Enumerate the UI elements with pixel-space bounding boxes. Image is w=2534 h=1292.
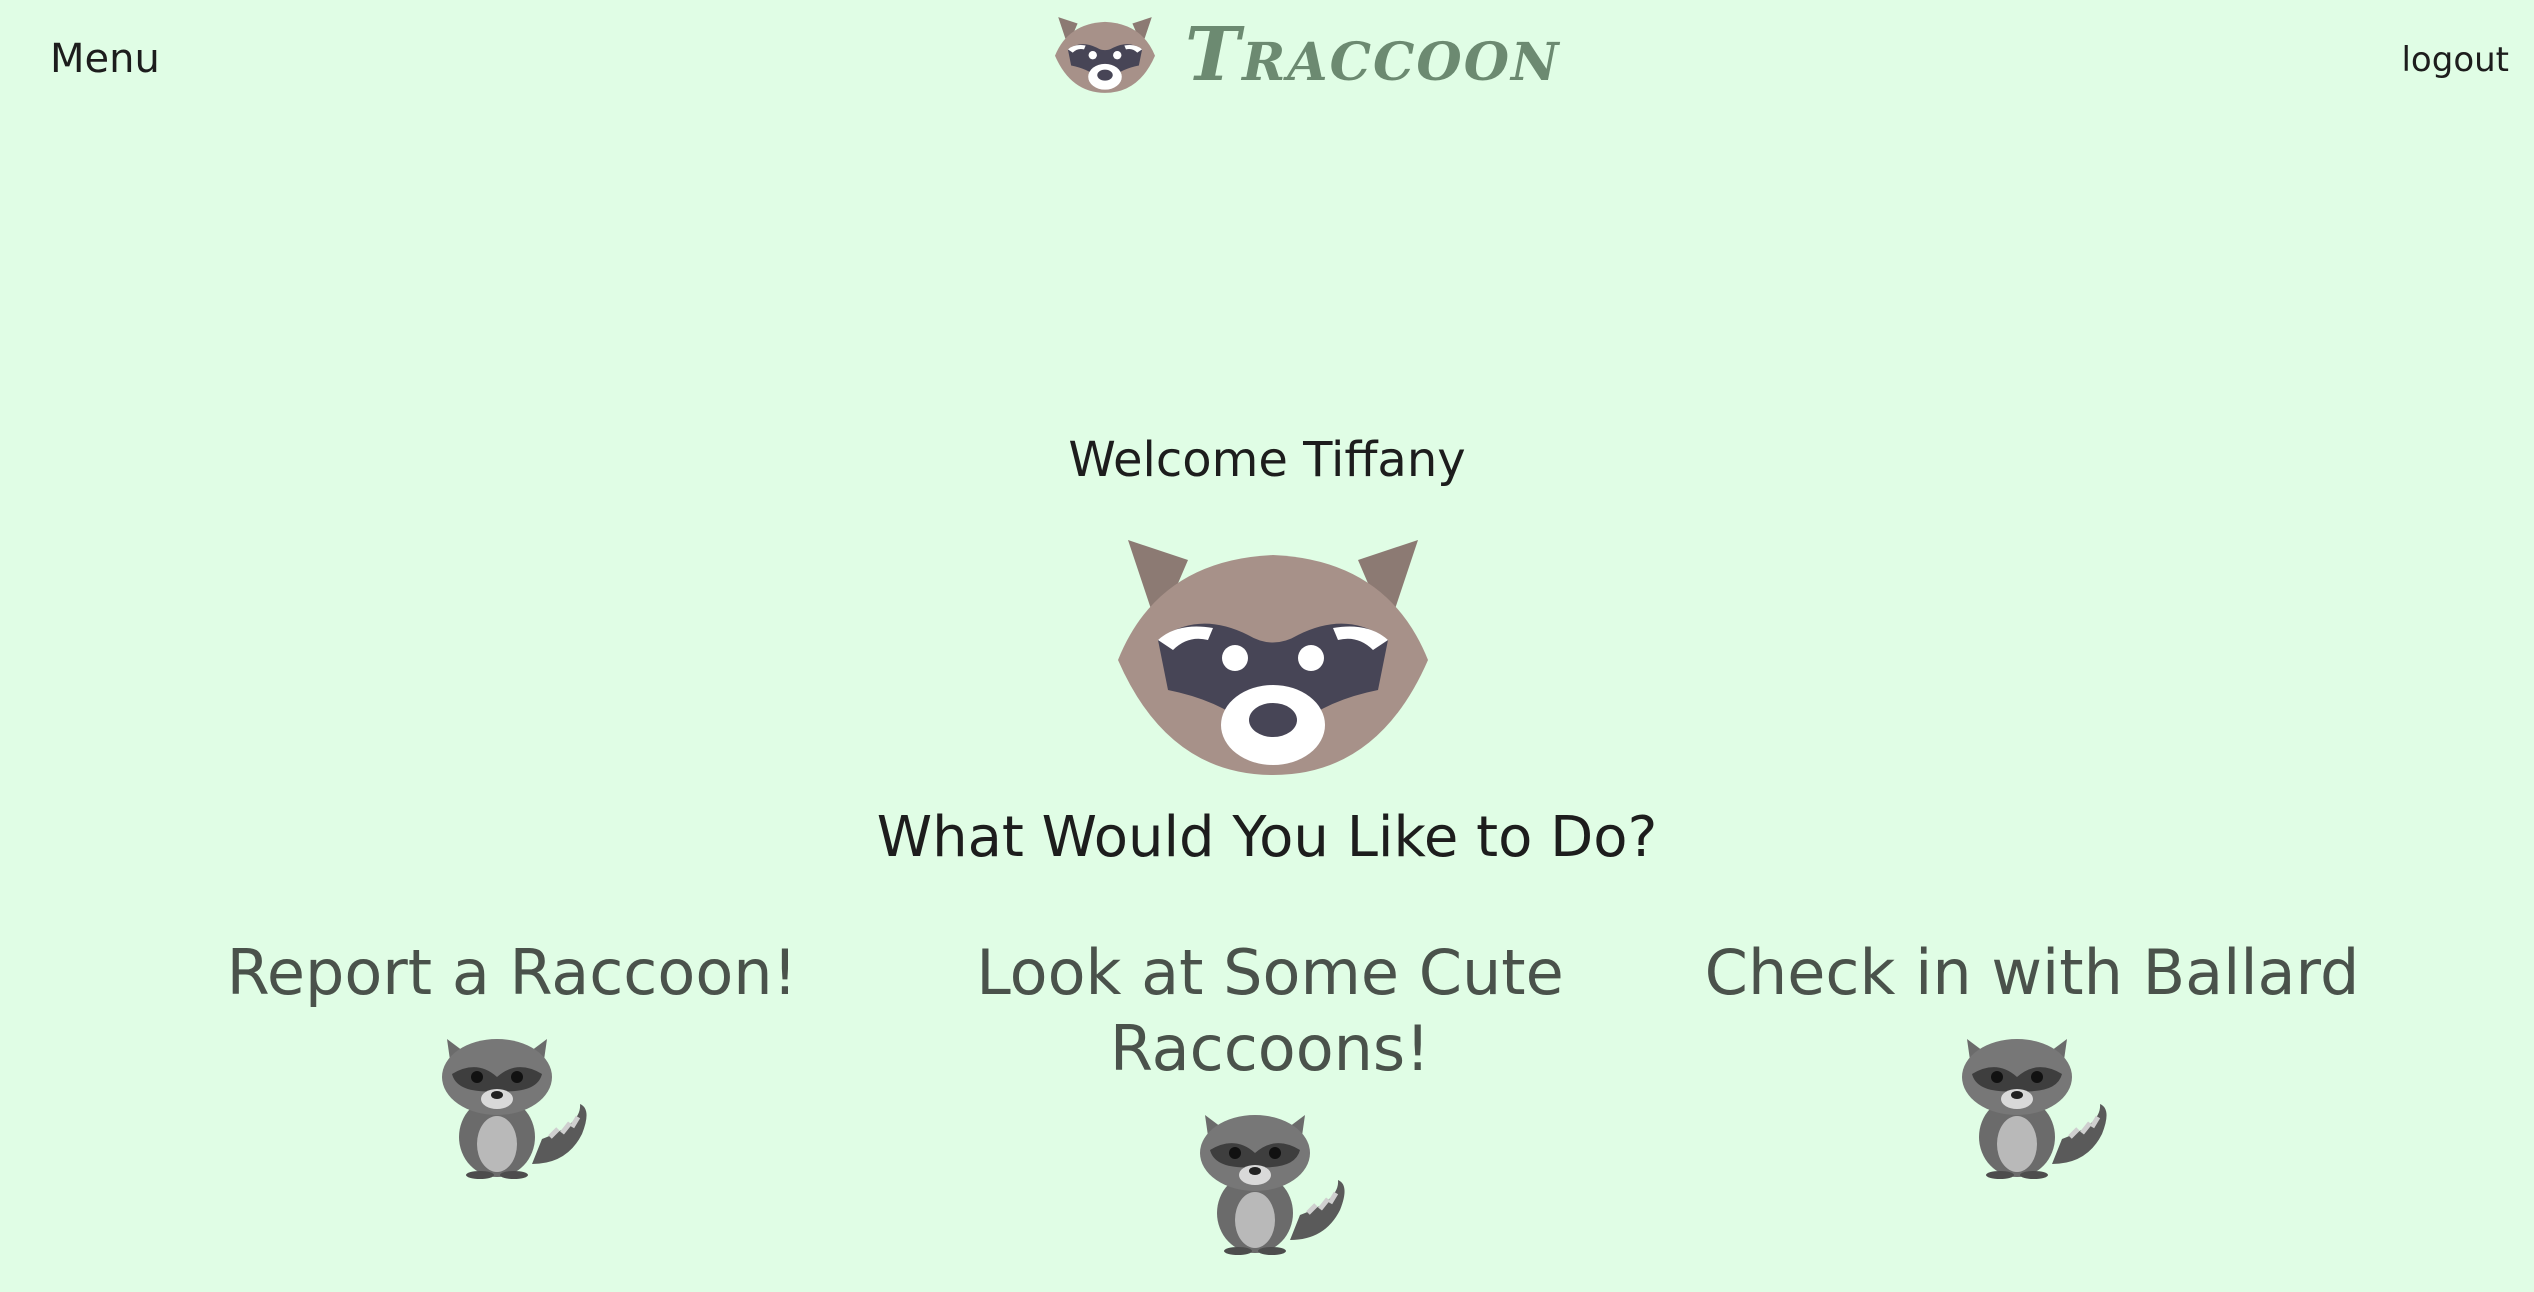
raccoon-head-icon [1118, 540, 1428, 775]
welcome-message: Welcome Tiffany [1068, 432, 1466, 488]
top-nav: Menu Traccoon logout [0, 0, 2534, 120]
option-label: Look at Some Cute Raccoons! [976, 936, 1564, 1085]
option-report-raccoon[interactable]: Report a Raccoon! [152, 935, 872, 1179]
brand-logo-link[interactable]: Traccoon [1055, 14, 1561, 96]
option-label: Report a Raccoon! [226, 936, 798, 1009]
raccoon-head-icon [1055, 17, 1155, 93]
menu-link[interactable]: Menu [50, 36, 160, 82]
raccoon-icon [1962, 1039, 2107, 1179]
brand-name: Traccoon [1185, 12, 1561, 98]
option-label: Check in with Ballard [1704, 936, 2360, 1009]
raccoon-icon [1200, 1115, 1345, 1255]
logout-link[interactable]: logout [2401, 40, 2509, 80]
option-check-in-ballard[interactable]: Check in with Ballard [1672, 935, 2392, 1179]
raccoon-icon [442, 1039, 587, 1179]
option-cute-raccoons[interactable]: Look at Some Cute Raccoons! [910, 935, 1630, 1255]
page-question: What Would You Like to Do? [876, 805, 1658, 870]
